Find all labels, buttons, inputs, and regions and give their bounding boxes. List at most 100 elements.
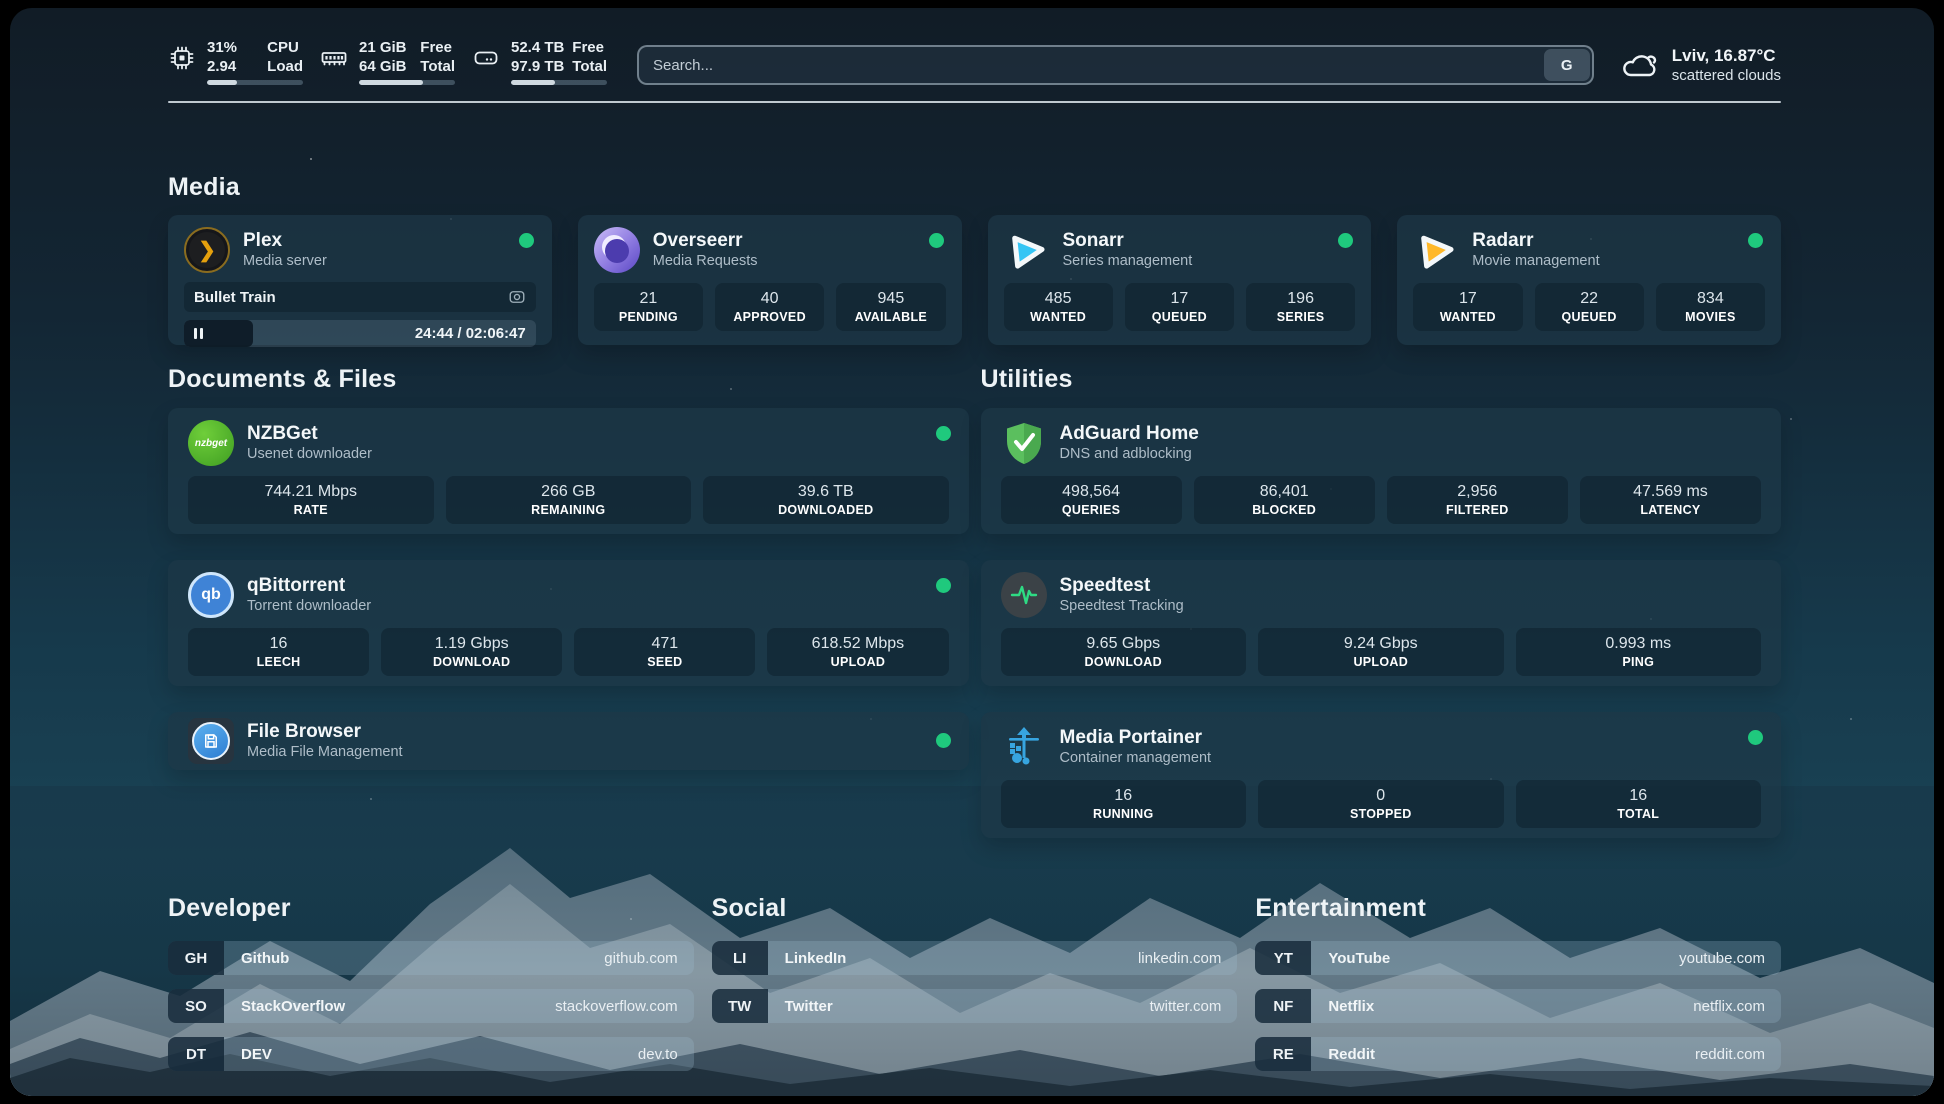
stat-value: 266 GB bbox=[541, 482, 595, 502]
stat-label: PING bbox=[1622, 654, 1654, 671]
app-card-plex[interactable]: ❯ Plex Media server Bullet Train bbox=[168, 215, 552, 345]
disk-label-2: Total bbox=[572, 57, 607, 76]
status-dot-online bbox=[1748, 730, 1763, 745]
bookmark-abbr: DT bbox=[168, 1037, 224, 1071]
stat-rate: 744.21 Mbps RATE bbox=[188, 476, 434, 524]
app-subtitle: DNS and adblocking bbox=[1060, 445, 1199, 464]
bookmark-twitter[interactable]: TW Twitter twitter.com bbox=[712, 989, 1238, 1023]
video-icon bbox=[508, 288, 526, 306]
stat-value: 17 bbox=[1170, 289, 1188, 309]
stat-label: UPLOAD bbox=[1353, 654, 1408, 671]
stat-label: QUEUED bbox=[1561, 309, 1616, 326]
stat-label: SERIES bbox=[1277, 309, 1325, 326]
stat-running: 16 RUNNING bbox=[1001, 780, 1247, 828]
bookmark-url: linkedin.com bbox=[1138, 941, 1237, 975]
cpu-load-value: 2.94 bbox=[207, 57, 237, 76]
stat-value: 16 bbox=[270, 634, 288, 654]
stat-label: STOPPED bbox=[1350, 806, 1412, 823]
weather-condition: scattered clouds bbox=[1672, 66, 1781, 85]
cloud-icon bbox=[1620, 45, 1660, 85]
app-title: Overseerr bbox=[653, 229, 758, 252]
stat-value: 744.21 Mbps bbox=[264, 482, 357, 502]
search-engine-button[interactable]: G bbox=[1544, 49, 1590, 81]
utilities-column: Utilities AdGuard Home bbox=[981, 365, 1782, 838]
stat-value: 22 bbox=[1580, 289, 1598, 309]
app-card-qbittorrent[interactable]: qb qBittorrent Torrent downloader 16 LEE… bbox=[168, 560, 969, 686]
stat-series: 196 SERIES bbox=[1246, 283, 1355, 331]
app-card-nzbget[interactable]: nzbget NZBGet Usenet downloader 744.21 M… bbox=[168, 408, 969, 534]
bookmark-abbr: RE bbox=[1255, 1037, 1311, 1071]
sonarr-icon bbox=[1004, 227, 1050, 273]
bookmark-linkedin[interactable]: LI LinkedIn linkedin.com bbox=[712, 941, 1238, 975]
stat-value: 16 bbox=[1114, 786, 1132, 806]
stat-label: RATE bbox=[294, 502, 328, 519]
section-title-utilities: Utilities bbox=[981, 365, 1782, 394]
app-card-adguard[interactable]: AdGuard Home DNS and adblocking 498,564 … bbox=[981, 408, 1782, 534]
cpu-usage-value: 31% bbox=[207, 38, 237, 57]
stat-label: LATENCY bbox=[1640, 502, 1700, 519]
stat-value: 945 bbox=[878, 289, 905, 309]
bookmark-netflix[interactable]: NF Netflix netflix.com bbox=[1255, 989, 1781, 1023]
status-dot-online bbox=[929, 233, 944, 248]
app-title: AdGuard Home bbox=[1060, 422, 1199, 445]
stat-download: 9.65 Gbps DOWNLOAD bbox=[1001, 628, 1247, 676]
stat-value: 9.65 Gbps bbox=[1086, 634, 1160, 654]
stat-value: 40 bbox=[761, 289, 779, 309]
bookmark-url: reddit.com bbox=[1695, 1037, 1781, 1071]
nzbget-icon: nzbget bbox=[188, 420, 234, 466]
stat-value: 47.569 ms bbox=[1633, 482, 1708, 502]
app-title: NZBGet bbox=[247, 422, 372, 445]
app-card-radarr[interactable]: Radarr Movie management 17 WANTED 22 QUE… bbox=[1397, 215, 1781, 345]
stat-wanted: 485 WANTED bbox=[1004, 283, 1113, 331]
pause-icon bbox=[194, 328, 203, 339]
stat-value: 9.24 Gbps bbox=[1344, 634, 1418, 654]
stat-value: 0 bbox=[1376, 786, 1385, 806]
media-card-grid: ❯ Plex Media server Bullet Train bbox=[168, 215, 1781, 345]
bookmark-reddit[interactable]: RE Reddit reddit.com bbox=[1255, 1037, 1781, 1071]
system-stats: 31% 2.94 CPU Load bbox=[168, 38, 607, 85]
stat-latency: 47.569 ms LATENCY bbox=[1580, 476, 1761, 524]
plex-time-display: 24:44 / 02:06:47 bbox=[415, 320, 526, 347]
bookmark-url: twitter.com bbox=[1150, 989, 1238, 1023]
bookmark-label: YouTube bbox=[1311, 941, 1679, 975]
search-bar: G bbox=[637, 45, 1594, 85]
bookmark-github[interactable]: GH Github github.com bbox=[168, 941, 694, 975]
stat-value: 16 bbox=[1629, 786, 1647, 806]
stat-value: 196 bbox=[1287, 289, 1314, 309]
documents-column: Documents & Files nzbget NZBGet Usenet d… bbox=[168, 365, 969, 770]
app-card-portainer[interactable]: Media Portainer Container management 16 … bbox=[981, 712, 1782, 838]
app-card-speedtest[interactable]: Speedtest Speedtest Tracking 9.65 Gbps D… bbox=[981, 560, 1782, 686]
disk-stat-widget: 52.4 TB 97.9 TB Free Total bbox=[472, 38, 607, 85]
stat-filtered: 2,956 FILTERED bbox=[1387, 476, 1568, 524]
dashboard-screen: 31% 2.94 CPU Load bbox=[10, 8, 1934, 1096]
bookmark-stackoverflow[interactable]: SO StackOverflow stackoverflow.com bbox=[168, 989, 694, 1023]
disk-label-1: Free bbox=[572, 38, 607, 57]
disk-progress-track bbox=[511, 80, 607, 85]
overseerr-icon bbox=[594, 227, 640, 273]
bookmark-dev[interactable]: DT DEV dev.to bbox=[168, 1037, 694, 1071]
app-title: Media Portainer bbox=[1060, 726, 1212, 749]
cpu-label-2: Load bbox=[267, 57, 303, 76]
bookmark-abbr: LI bbox=[712, 941, 768, 975]
portainer-icon bbox=[1001, 724, 1047, 770]
disk-progress-fill bbox=[511, 80, 555, 85]
stat-total: 16 TOTAL bbox=[1516, 780, 1762, 828]
app-card-filebrowser[interactable]: File Browser Media File Management bbox=[168, 712, 969, 770]
stat-value: 834 bbox=[1697, 289, 1724, 309]
app-card-overseerr[interactable]: Overseerr Media Requests 21 PENDING 40 A… bbox=[578, 215, 962, 345]
bookmark-abbr: NF bbox=[1255, 989, 1311, 1023]
header-divider bbox=[168, 101, 1781, 103]
search-input[interactable] bbox=[639, 57, 1544, 74]
cpu-progress-fill bbox=[207, 80, 237, 85]
stat-label: BLOCKED bbox=[1252, 502, 1316, 519]
bookmark-youtube[interactable]: YT YouTube youtube.com bbox=[1255, 941, 1781, 975]
bookmark-url: github.com bbox=[604, 941, 693, 975]
app-card-sonarr[interactable]: Sonarr Series management 485 WANTED 17 Q… bbox=[988, 215, 1372, 345]
status-dot-online bbox=[936, 578, 951, 593]
bookmark-label: Reddit bbox=[1311, 1037, 1695, 1071]
bookmark-label: LinkedIn bbox=[768, 941, 1138, 975]
stat-value: 21 bbox=[639, 289, 657, 309]
ram-label-1: Free bbox=[420, 38, 455, 57]
status-dot-online bbox=[519, 233, 534, 248]
cpu-progress-track bbox=[207, 80, 303, 85]
